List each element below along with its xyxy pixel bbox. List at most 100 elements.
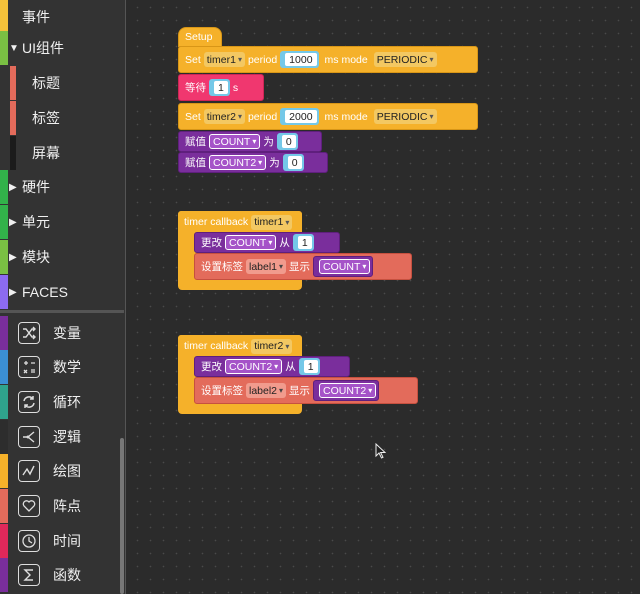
timer-dropdown[interactable]: timer1 (203, 52, 245, 67)
count2-getter-block[interactable]: COUNT2 (313, 380, 380, 401)
callback-label: timer callback (184, 216, 249, 228)
sidebar-divider (0, 310, 124, 313)
assign-value[interactable]: 0 (287, 156, 302, 169)
category-label: 单元 (22, 214, 50, 230)
period-value[interactable]: 1000 (285, 53, 317, 66)
assign-number-input[interactable]: 0 (276, 133, 298, 150)
category-ui-components[interactable]: ▼ UI组件 (0, 31, 124, 65)
category-color-bar (10, 66, 16, 100)
as-label: 为 (269, 157, 280, 169)
change-number-input[interactable]: 1 (298, 358, 320, 375)
set-timer2-block[interactable]: Set timer2 period 2000 ms mode PERIODIC (178, 103, 478, 130)
wait-number-input[interactable]: 1 (209, 79, 230, 96)
variable-dropdown[interactable]: COUNT (319, 259, 371, 274)
set-label2-block[interactable]: 设置标签 label2 显示 COUNT2 (194, 377, 418, 404)
category-color-bar (0, 350, 8, 384)
set-label1-block[interactable]: 设置标签 label1 显示 COUNT (194, 253, 412, 280)
label-dropdown[interactable]: label1 (246, 259, 287, 274)
category-color-bar (0, 524, 8, 558)
mode-dropdown[interactable]: PERIODIC (373, 52, 437, 67)
category-color-bar (10, 136, 16, 170)
tool-matrix[interactable]: 阵点 (0, 489, 124, 523)
show-label: 显示 (289, 385, 311, 397)
category-faces[interactable]: ▶ FACES (0, 275, 124, 309)
assign-number-input[interactable]: 0 (282, 154, 304, 171)
assign-count2-block[interactable]: 赋值 COUNT2 为 0 (178, 152, 328, 173)
period-number-input[interactable]: 2000 (280, 108, 319, 125)
setup-hat-label: Setup (185, 31, 213, 43)
timer1-callback-hat[interactable]: timer callback timer1 (178, 211, 302, 233)
category-color-bar (0, 316, 8, 350)
timer-dropdown[interactable]: timer1 (251, 214, 293, 230)
setup-hat-block[interactable]: Setup (178, 27, 222, 47)
category-label: 模块 (22, 249, 50, 265)
ms-mode-label: ms mode (324, 53, 368, 66)
category-label: 硬件 (22, 179, 50, 195)
toolbox-sidebar: 事件 ▼ UI组件 标题 标签 屏幕 ▶ 硬件 ▶ 单元 ▶ 模块 ▶ FACE… (0, 0, 126, 594)
as-label: 为 (263, 136, 274, 148)
change-label: 更改 (201, 361, 222, 373)
tool-functions[interactable]: 函数 (0, 558, 124, 592)
count-getter-block[interactable]: COUNT (313, 256, 374, 277)
variable-dropdown[interactable]: COUNT2 (319, 383, 377, 398)
change-count-block[interactable]: 更改 COUNT 从 1 (194, 232, 340, 253)
period-number-input[interactable]: 1000 (280, 51, 319, 68)
set-timer1-block[interactable]: Set timer1 period 1000 ms mode PERIODIC (178, 46, 478, 73)
timer2-callback-hat[interactable]: timer callback timer2 (178, 335, 302, 357)
category-color-bar (0, 420, 8, 454)
category-label-widget[interactable]: 标签 (0, 101, 124, 135)
change-value[interactable]: 1 (303, 360, 318, 373)
toolbox-scrollbar[interactable] (120, 438, 124, 594)
chart-icon (18, 460, 40, 482)
tool-variables[interactable]: 变量 (0, 316, 124, 350)
variable-dropdown[interactable]: COUNT2 (225, 359, 283, 374)
tool-time[interactable]: 时间 (0, 524, 124, 558)
timer-dropdown[interactable]: timer2 (203, 109, 245, 124)
category-events[interactable]: 事件 (0, 0, 124, 34)
tool-drawing[interactable]: 绘图 (0, 454, 124, 488)
period-label: period (247, 110, 278, 123)
assign-count-block[interactable]: 赋值 COUNT 为 0 (178, 131, 322, 152)
period-value[interactable]: 2000 (285, 110, 317, 123)
sigma-icon (18, 564, 40, 586)
assign-value[interactable]: 0 (281, 135, 296, 148)
tool-label: 阵点 (53, 498, 81, 514)
wait-value[interactable]: 1 (214, 81, 228, 94)
caret-right-icon: ▶ (9, 216, 17, 228)
wait-label: 等待 (185, 82, 206, 94)
category-modules[interactable]: ▶ 模块 (0, 240, 124, 274)
set-label: Set (185, 53, 201, 66)
variable-dropdown[interactable]: COUNT (209, 134, 261, 149)
timer-dropdown[interactable]: timer2 (251, 338, 293, 354)
variable-dropdown[interactable]: COUNT2 (209, 155, 267, 170)
tool-label: 循环 (53, 394, 81, 410)
change-number-input[interactable]: 1 (292, 234, 314, 251)
label-dropdown[interactable]: label2 (246, 383, 287, 398)
ms-mode-label: ms mode (324, 110, 368, 123)
from-label: 从 (279, 237, 290, 249)
variable-dropdown[interactable]: COUNT (225, 235, 277, 250)
change-value[interactable]: 1 (297, 236, 312, 249)
assign-label: 赋值 (185, 136, 206, 148)
category-label: UI组件 (22, 40, 64, 56)
category-units[interactable]: ▶ 单元 (0, 205, 124, 239)
heart-icon (18, 495, 40, 517)
category-hardware[interactable]: ▶ 硬件 (0, 170, 124, 204)
category-screen[interactable]: 屏幕 (0, 136, 124, 170)
change-count2-block[interactable]: 更改 COUNT2 从 1 (194, 356, 350, 377)
category-color-bar (0, 489, 8, 523)
wait-block[interactable]: 等待 1 s (178, 74, 264, 101)
mode-dropdown[interactable]: PERIODIC (373, 109, 437, 124)
callback-label: timer callback (184, 340, 249, 352)
category-color-bar (0, 558, 8, 592)
category-label: 事件 (22, 9, 50, 25)
tool-logic[interactable]: 逻辑 (0, 420, 124, 454)
category-color-bar (0, 275, 8, 309)
show-label: 显示 (289, 261, 311, 273)
tool-loops[interactable]: 循环 (0, 385, 124, 419)
loop-icon (18, 391, 40, 413)
category-title[interactable]: 标题 (0, 66, 124, 100)
category-color-bar (0, 454, 8, 488)
tool-math[interactable]: 数学 (0, 350, 124, 384)
tool-label: 函数 (53, 567, 81, 583)
